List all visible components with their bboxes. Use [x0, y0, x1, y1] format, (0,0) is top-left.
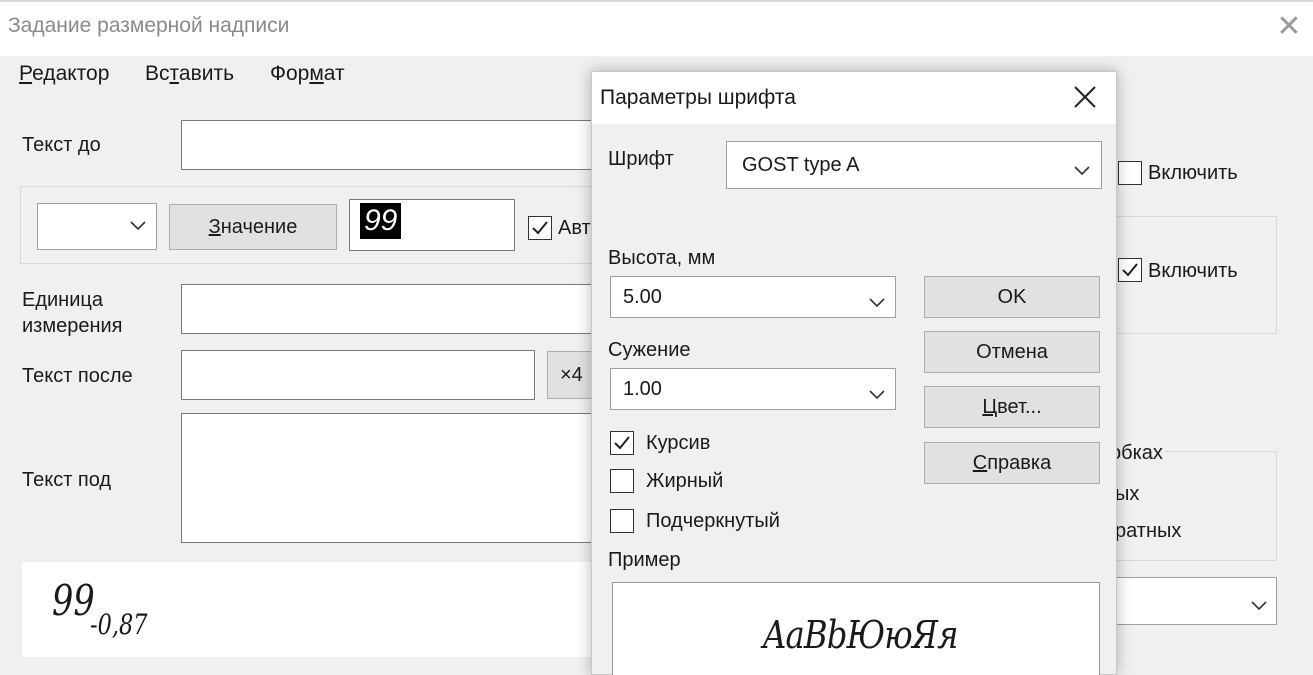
- enable1-label: Включить: [1148, 162, 1238, 184]
- unit-input[interactable]: [181, 284, 601, 334]
- menu-format-mnemonic: м: [309, 62, 324, 85]
- unit-label-line1: Единица: [22, 289, 103, 311]
- preview-main-value: 99: [52, 576, 95, 625]
- color-button-mnemonic: Ц: [982, 396, 998, 418]
- menu-editor-rest: едактор: [32, 62, 110, 85]
- text-under-label: Текст под: [22, 469, 112, 491]
- chevron-down-icon: [1251, 594, 1267, 617]
- menu-editor[interactable]: Редактор: [19, 62, 109, 86]
- group2-caption: обках: [1110, 442, 1165, 465]
- chevron-down-icon: [869, 383, 885, 406]
- underline-checkbox[interactable]: [610, 509, 634, 533]
- unit-label-line2: измерения: [22, 315, 123, 337]
- menu-insert[interactable]: Вставить: [145, 62, 234, 86]
- font-dialog: Параметры шрифта Шрифт GOST type A Высот…: [591, 71, 1117, 675]
- menu-insert-rest: авить: [178, 62, 235, 85]
- bold-label: Жирный: [646, 470, 724, 492]
- height-combobox[interactable]: 5.00: [610, 276, 896, 318]
- menu-format-rest: ат: [323, 62, 345, 85]
- menu-editor-mnemonic: Р: [19, 62, 33, 85]
- italic-label: Курсив: [646, 432, 711, 454]
- group2-option1: ых: [1115, 483, 1140, 505]
- sample-preview-box: AaBbЮюЯя: [612, 582, 1100, 675]
- value-button[interactable]: Значение: [169, 204, 337, 250]
- auto-checkbox-label: Авт: [558, 217, 591, 239]
- menu-format[interactable]: Формат: [270, 62, 345, 86]
- window-title: Задание размерной надписи: [8, 14, 290, 37]
- chevron-down-icon: [1074, 159, 1090, 182]
- value-button-mnemonic: З: [208, 216, 221, 238]
- font-dropdown[interactable]: GOST type A: [726, 141, 1102, 189]
- text-after-label: Текст после: [22, 365, 133, 387]
- sample-label: Пример: [608, 549, 681, 571]
- italic-checkbox[interactable]: [610, 431, 634, 455]
- font-label: Шрифт: [608, 148, 674, 170]
- preview-area: 99 -0,87: [22, 562, 602, 657]
- height-value: 5.00: [623, 286, 662, 308]
- menu-insert-pre: Вс: [145, 62, 170, 85]
- height-label: Высота, мм: [608, 247, 716, 269]
- dialog-title: Параметры шрифта: [600, 86, 796, 109]
- underline-label: Подчеркнутый: [646, 510, 780, 532]
- bold-checkbox[interactable]: [610, 469, 634, 493]
- dialog-close-button[interactable]: [1068, 81, 1102, 115]
- text-before-label: Текст до: [22, 134, 101, 156]
- help-button[interactable]: Справка: [924, 442, 1100, 484]
- narrowing-combobox[interactable]: 1.00: [610, 368, 896, 410]
- text-under-textarea[interactable]: [181, 413, 601, 543]
- menu-insert-mnemonic: т: [169, 62, 179, 85]
- value-button-rest: начение: [220, 216, 298, 238]
- value-field[interactable]: 99: [349, 199, 515, 251]
- right-dropdown[interactable]: [1100, 577, 1277, 625]
- right-group-2: [1100, 451, 1277, 561]
- text-after-input[interactable]: [181, 350, 535, 400]
- close-icon: [1073, 80, 1097, 116]
- help-button-mnemonic: С: [972, 452, 988, 474]
- chevron-down-icon: [869, 291, 885, 314]
- preview-tolerance: -0,87: [90, 608, 148, 641]
- font-dropdown-value: GOST type A: [742, 154, 860, 176]
- menu-format-pre: Фор: [270, 62, 310, 85]
- enable2-checkbox[interactable]: [1118, 258, 1142, 282]
- auto-checkbox[interactable]: [528, 216, 552, 240]
- narrowing-label: Сужение: [608, 339, 691, 361]
- enable2-label: Включить: [1148, 260, 1238, 282]
- value-field-selected-text: 99: [360, 203, 402, 239]
- help-button-rest: правка: [987, 452, 1052, 474]
- top-border: [0, 0, 1313, 2]
- sample-text: AaBbЮюЯя: [763, 613, 959, 657]
- ok-button[interactable]: OK: [924, 276, 1100, 318]
- prefix-dropdown[interactable]: [37, 203, 157, 250]
- enable1-checkbox[interactable]: [1118, 161, 1142, 185]
- chevron-down-icon: [130, 215, 146, 236]
- color-button[interactable]: Цвет...: [924, 386, 1100, 428]
- color-button-rest: вет...: [997, 396, 1042, 418]
- cancel-button[interactable]: Отмена: [924, 331, 1100, 373]
- unit-label: Единица измерения: [22, 287, 123, 339]
- window-close-button[interactable]: ✕: [1274, 10, 1304, 44]
- group2-option2: ратных: [1115, 520, 1182, 542]
- close-icon: ✕: [1276, 10, 1302, 43]
- text-before-input[interactable]: [181, 120, 601, 170]
- narrowing-value: 1.00: [623, 378, 662, 400]
